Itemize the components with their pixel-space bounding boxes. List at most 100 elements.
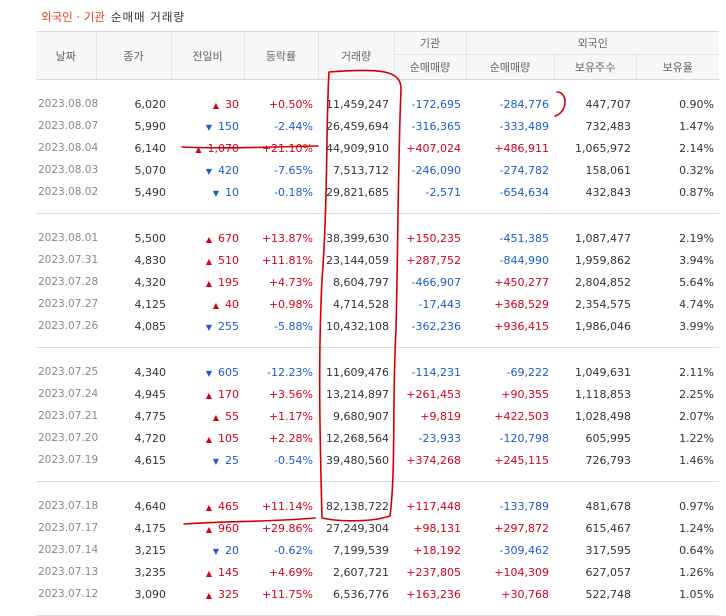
cell-date: 2023.07.19	[38, 454, 99, 466]
cell-change-value: 465	[218, 499, 239, 513]
cell-holdings: 627,057	[585, 565, 632, 579]
cell-holdings: 447,707	[585, 97, 632, 111]
cell-change-value: 605	[218, 365, 239, 379]
cell-foreign-net: -120,798	[499, 431, 549, 445]
cell-hold-ratio: 0.64%	[679, 543, 715, 557]
cell-hold-ratio: 0.90%	[679, 97, 715, 111]
cell-holdings: 522,748	[585, 587, 632, 601]
table-row: 2023.07.18 4,640 ▲ 465 +11.14% 82,138,722 +117…	[36, 495, 719, 517]
cell-date: 2023.08.04	[38, 142, 99, 154]
cell-hold-ratio: 1.46%	[679, 453, 715, 467]
cell-close: 4,615	[134, 453, 167, 467]
up-arrow-icon: ▲	[205, 502, 212, 512]
cell-rate: -0.18%	[274, 185, 313, 199]
cell-rate: -0.54%	[274, 453, 313, 467]
cell-hold-ratio: 1.05%	[679, 587, 715, 601]
cell-volume: 11,609,476	[326, 365, 389, 379]
cell-hold-ratio: 1.26%	[679, 565, 715, 579]
cell-close: 6,020	[134, 97, 167, 111]
cell-change: ▲ 195	[171, 271, 244, 293]
table-row: 2023.07.27 4,125 ▲ 40 +0.98% 4,714,528 -17,443…	[36, 293, 719, 315]
cell-date: 2023.07.28	[38, 276, 99, 288]
cell-change: ▲ 170	[171, 383, 244, 405]
cell-change-value: 195	[218, 275, 239, 289]
table-row: 2023.08.03 5,070 ▼ 420 -7.65% 7,513,712 -246,0…	[36, 159, 719, 181]
cell-hold-ratio: 2.14%	[679, 141, 715, 155]
cell-inst-net: +163,236	[406, 587, 461, 601]
up-arrow-icon: ▲	[195, 144, 202, 154]
cell-holdings: 1,118,853	[575, 387, 631, 401]
cell-rate: +3.56%	[268, 387, 313, 401]
cell-rate: +4.73%	[268, 275, 313, 289]
cell-change: ▼ 255	[171, 315, 244, 337]
col-header-foreign-net: 순매매량	[465, 54, 554, 80]
cell-change-value: 1,070	[207, 141, 240, 155]
up-arrow-icon: ▲	[205, 390, 212, 400]
page-title: 외국인 · 기관 순매매 거래량	[41, 9, 185, 25]
cell-rate: +11.14%	[261, 499, 313, 513]
cell-holdings: 732,483	[585, 119, 632, 133]
table-row: 2023.08.07 5,990 ▼ 150 -2.44% 26,459,694 -316,…	[36, 115, 719, 137]
cell-date: 2023.07.25	[38, 366, 99, 378]
table-row: 2023.07.21 4,775 ▲ 55 +1.17% 9,680,907 +9,819 +…	[36, 405, 719, 427]
cell-close: 5,500	[134, 231, 167, 245]
col-header-close: 종가	[95, 31, 171, 80]
cell-change: ▲ 325	[171, 583, 244, 605]
cell-rate: +0.98%	[268, 297, 313, 311]
cell-volume: 82,138,722	[326, 499, 389, 513]
cell-date: 2023.07.12	[38, 588, 99, 600]
col-header-rate: 등락률	[243, 31, 318, 80]
cell-close: 5,490	[134, 185, 167, 199]
cell-change-value: 55	[225, 409, 239, 423]
table-row: 2023.07.13 3,235 ▲ 145 +4.69% 2,607,721 +237,8…	[36, 561, 719, 583]
cell-change: ▼ 420	[171, 159, 244, 181]
cell-change-value: 20	[225, 543, 239, 557]
cell-hold-ratio: 2.11%	[679, 365, 715, 379]
cell-rate: +29.86%	[261, 521, 313, 535]
cell-volume: 8,604,797	[333, 275, 389, 289]
cell-volume: 26,459,694	[326, 119, 389, 133]
cell-change-value: 10	[225, 185, 239, 199]
cell-rate: +2.28%	[268, 431, 313, 445]
cell-holdings: 1,028,498	[575, 409, 631, 423]
col-group-foreign: 외국인	[465, 31, 720, 55]
cell-inst-net: -172,695	[411, 97, 461, 111]
cell-volume: 39,480,560	[326, 453, 389, 467]
cell-close: 4,175	[134, 521, 167, 535]
cell-change-value: 150	[218, 119, 239, 133]
cell-inst-net: +150,235	[406, 231, 461, 245]
cell-change-value: 170	[218, 387, 239, 401]
cell-date: 2023.07.27	[38, 298, 99, 310]
cell-inst-net: -316,365	[411, 119, 461, 133]
table-row: 2023.08.01 5,500 ▲ 670 +13.87% 38,399,630 +150…	[36, 227, 719, 249]
cell-volume: 38,399,630	[326, 231, 389, 245]
tab-institution[interactable]: 기관	[84, 10, 105, 24]
cell-foreign-net: -844,990	[499, 253, 549, 267]
cell-close: 5,070	[134, 163, 167, 177]
cell-change-value: 105	[218, 431, 239, 445]
cell-volume: 27,249,304	[326, 521, 389, 535]
cell-hold-ratio: 1.22%	[679, 431, 715, 445]
cell-volume: 9,680,907	[333, 409, 389, 423]
cell-date: 2023.07.24	[38, 388, 99, 400]
cell-change-value: 255	[218, 319, 239, 333]
cell-close: 4,340	[134, 365, 167, 379]
up-arrow-icon: ▲	[205, 434, 212, 444]
title-label: 순매매 거래량	[110, 10, 186, 24]
cell-foreign-net: +450,277	[494, 275, 549, 289]
cell-holdings: 1,959,862	[575, 253, 631, 267]
cell-rate: +1.17%	[268, 409, 313, 423]
cell-close: 3,215	[134, 543, 167, 557]
cell-volume: 2,607,721	[333, 565, 389, 579]
cell-inst-net: +98,131	[413, 521, 461, 535]
down-arrow-icon: ▼	[205, 368, 212, 378]
tab-foreign[interactable]: 외국인	[41, 10, 73, 24]
down-arrow-icon: ▼	[212, 188, 219, 198]
cell-foreign-net: +486,911	[494, 141, 549, 155]
cell-hold-ratio: 1.47%	[679, 119, 715, 133]
cell-volume: 13,214,897	[326, 387, 389, 401]
cell-inst-net: +9,819	[420, 409, 461, 423]
cell-rate: +21.10%	[261, 141, 313, 155]
up-arrow-icon: ▲	[205, 256, 212, 266]
col-header-date: 날짜	[36, 31, 96, 80]
